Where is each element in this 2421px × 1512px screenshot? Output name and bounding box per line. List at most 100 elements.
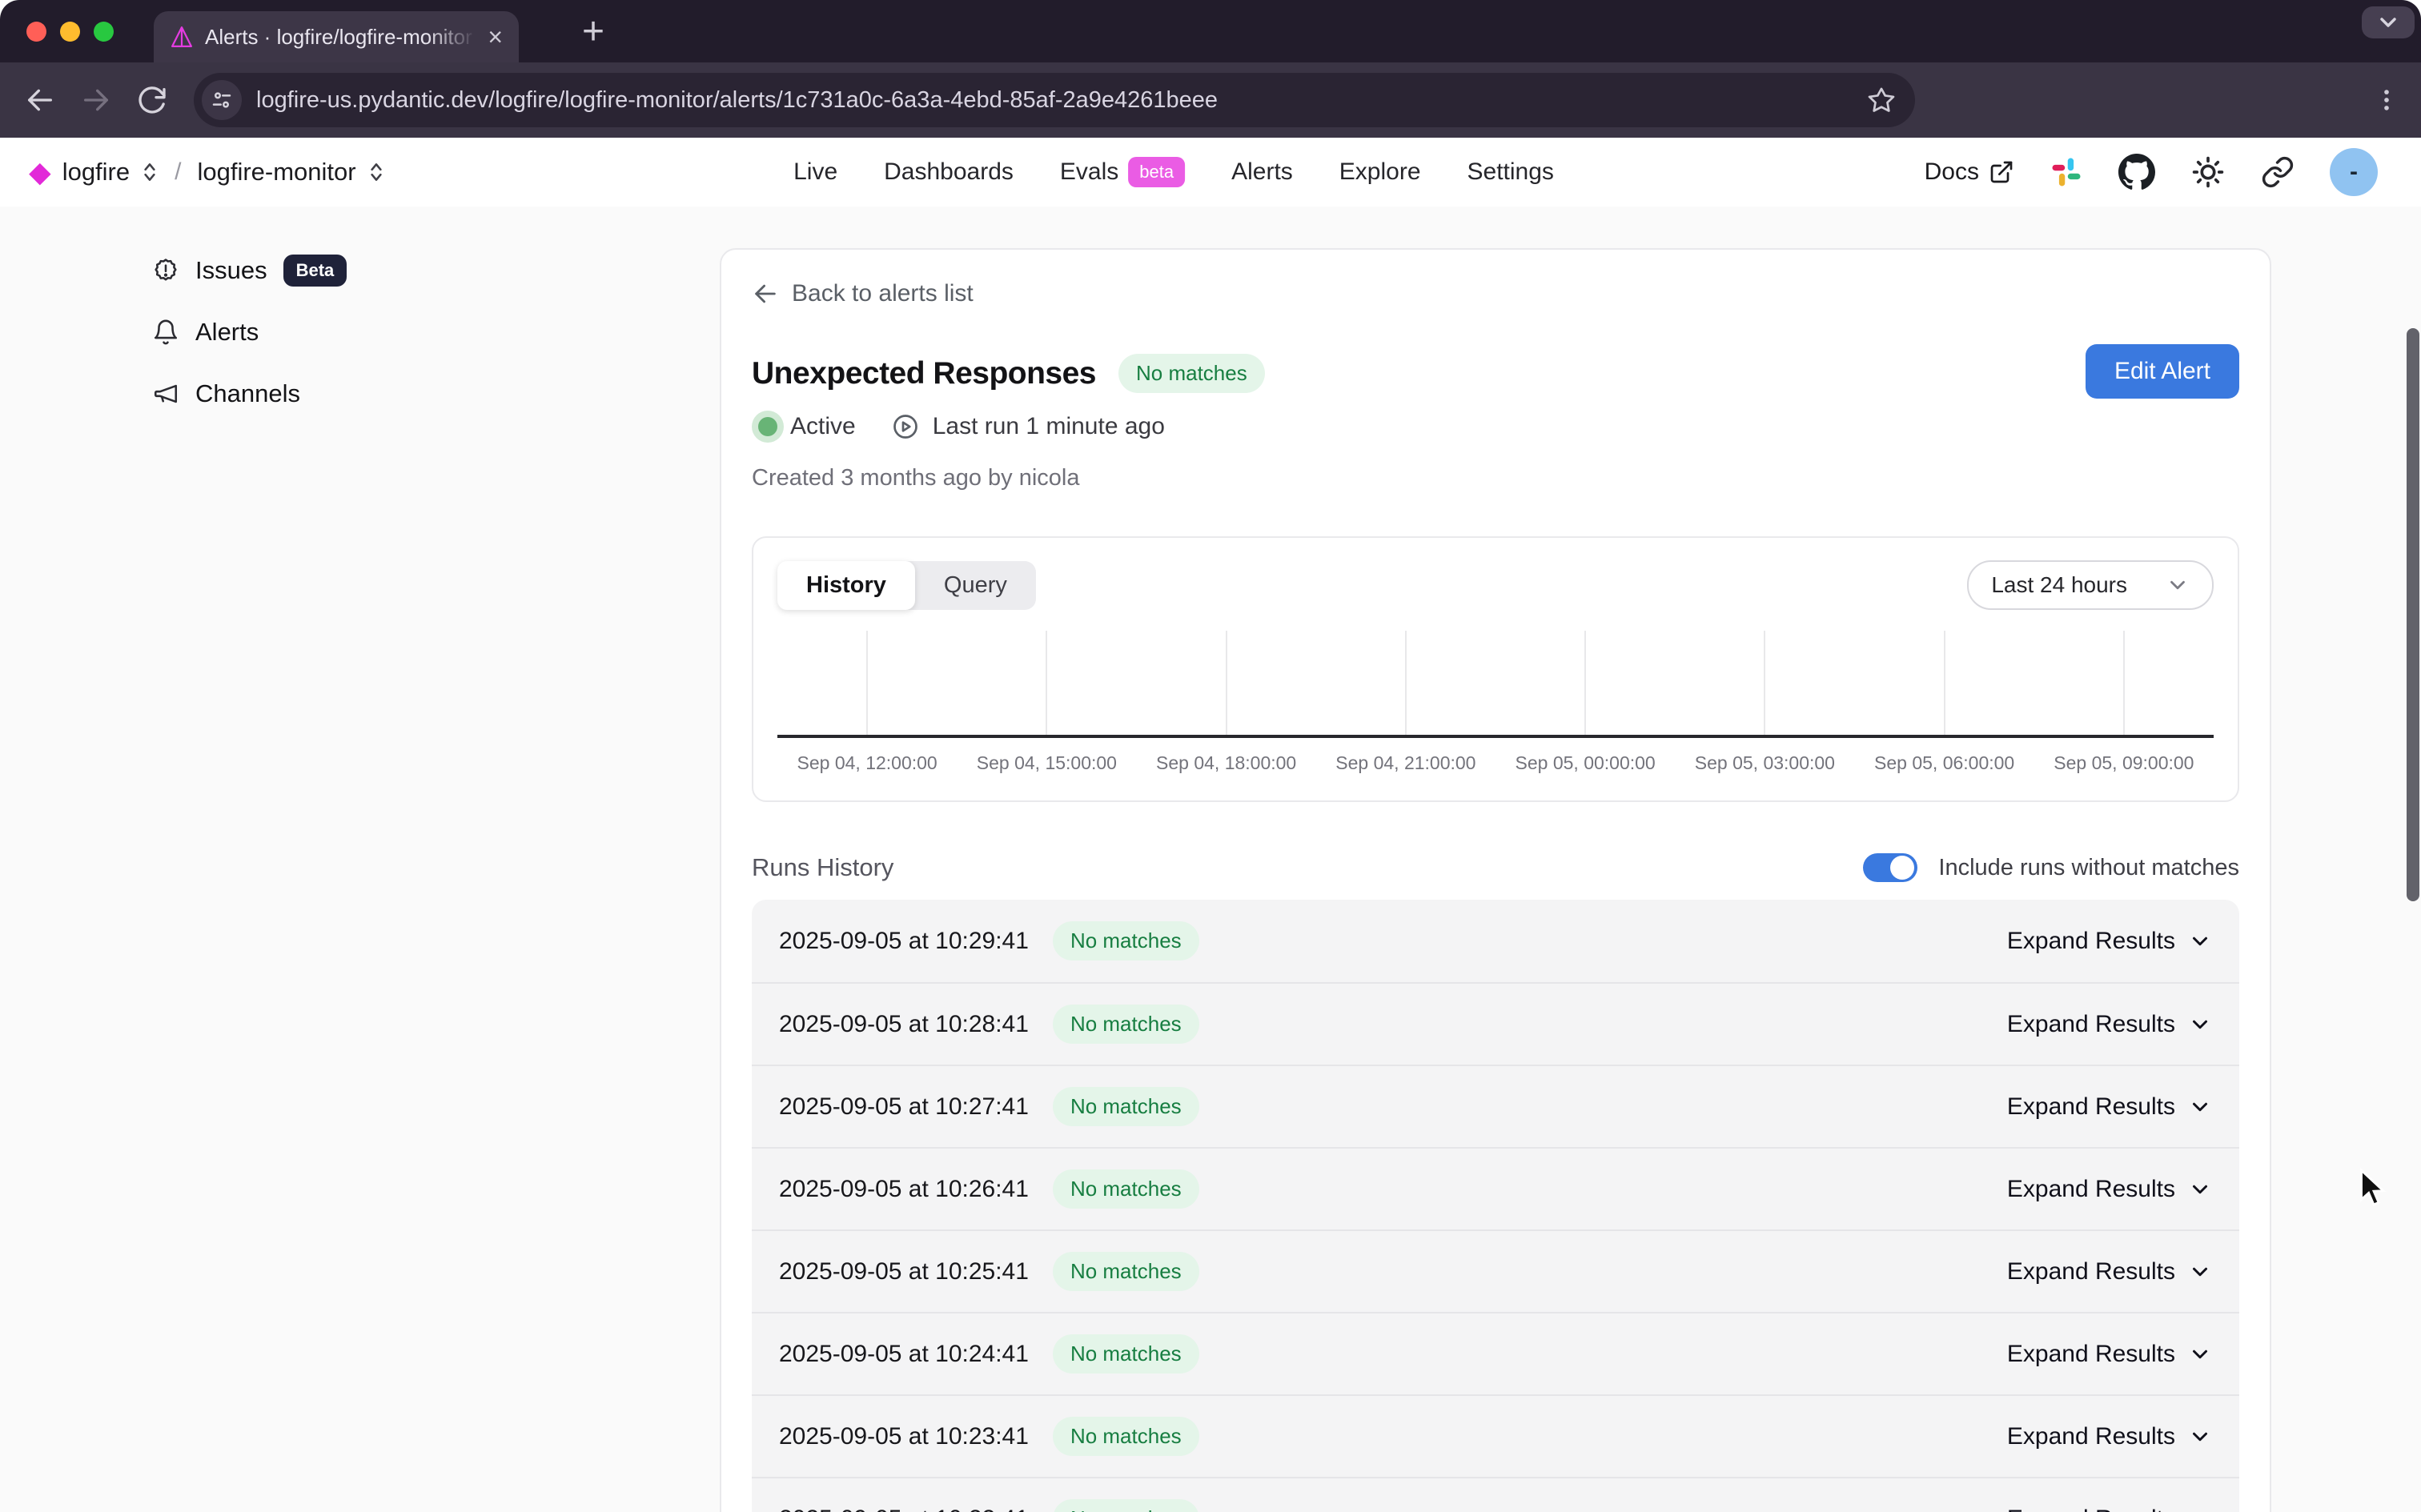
- expand-results-button[interactable]: Expand Results: [2007, 1176, 2212, 1203]
- chevron-down-icon: [2188, 1342, 2212, 1366]
- tab-overflow-button[interactable]: [2362, 6, 2415, 38]
- back-to-alerts-link[interactable]: Back to alerts list: [752, 280, 2239, 307]
- logfire-logo-icon: ◆: [29, 158, 51, 186]
- nav-item-evals[interactable]: Evals beta: [1060, 157, 1185, 187]
- share-link-icon[interactable]: [2261, 155, 2295, 189]
- nav-item-settings[interactable]: Settings: [1467, 158, 1554, 186]
- sidebar-item-label: Channels: [195, 379, 300, 408]
- expand-results-label: Expand Results: [2007, 1506, 2175, 1512]
- run-timestamp: 2025-09-05 at 10:22:41: [779, 1506, 1029, 1512]
- github-icon[interactable]: [2118, 154, 2155, 191]
- tab-title: Alerts · logfire/logfire-monitor: [205, 25, 476, 50]
- expand-results-button[interactable]: Expand Results: [2007, 1258, 2212, 1285]
- history-chart-plot: [777, 631, 2214, 738]
- chart-gridline: [1405, 631, 1407, 735]
- runs-list: 2025-09-05 at 10:29:41 No matches Expand…: [752, 900, 2239, 1512]
- tab-close-icon[interactable]: ×: [488, 24, 503, 50]
- chevron-down-icon: [2188, 1013, 2212, 1037]
- edit-alert-button[interactable]: Edit Alert: [2086, 344, 2239, 399]
- user-avatar[interactable]: -: [2330, 148, 2378, 196]
- tab-query[interactable]: Query: [915, 561, 1036, 610]
- traffic-close-button[interactable]: [26, 22, 46, 42]
- reload-button[interactable]: [130, 78, 175, 122]
- sidebar-item-channels[interactable]: Channels: [152, 378, 347, 410]
- browser-tab[interactable]: Alerts · logfire/logfire-monitor ×: [154, 11, 519, 62]
- url-text[interactable]: logfire-us.pydantic.dev/logfire/logfire-…: [256, 87, 1853, 114]
- tab-history[interactable]: History: [777, 561, 915, 610]
- browser-menu-icon[interactable]: [2373, 86, 2400, 114]
- chevron-down-icon: [2188, 929, 2212, 953]
- chevron-down-icon: [2188, 1095, 2212, 1119]
- expand-results-button[interactable]: Expand Results: [2007, 928, 2212, 955]
- nav-item-live[interactable]: Live: [793, 158, 837, 186]
- expand-results-label: Expand Results: [2007, 928, 2175, 955]
- created-by-text: Created 3 months ago by nicola: [752, 465, 2239, 491]
- sidebar-beta-badge: Beta: [283, 255, 347, 287]
- history-chart-card: History Query Last 24 hours Sep 04, 12:0…: [752, 536, 2239, 802]
- run-no-matches-badge: No matches: [1053, 1417, 1199, 1456]
- traffic-zoom-button[interactable]: [94, 22, 114, 42]
- forward-button[interactable]: [74, 78, 118, 122]
- expand-results-button[interactable]: Expand Results: [2007, 1423, 2212, 1450]
- run-row: 2025-09-05 at 10:28:41 No matches Expand…: [752, 982, 2239, 1065]
- sidebar: Issues Beta Alerts Channels: [152, 255, 347, 410]
- sidebar-item-icon: [152, 380, 179, 407]
- expand-results-label: Expand Results: [2007, 1176, 2175, 1203]
- chevron-down-icon: [2188, 1177, 2212, 1201]
- active-status: Active: [752, 413, 856, 440]
- alert-detail-card: Back to alerts list Unexpected Responses…: [720, 248, 2271, 1512]
- back-link-label: Back to alerts list: [792, 280, 974, 307]
- expand-results-label: Expand Results: [2007, 1423, 2175, 1450]
- url-bar[interactable]: logfire-us.pydantic.dev/logfire/logfire-…: [194, 73, 1915, 127]
- chart-tick-label: Sep 05, 06:00:00: [1874, 752, 2014, 774]
- run-row: 2025-09-05 at 10:22:41 No matches Expand…: [752, 1477, 2239, 1512]
- docs-link[interactable]: Docs: [1925, 158, 2014, 186]
- theme-toggle-sun-icon[interactable]: [2190, 154, 2226, 190]
- history-chart-axis-labels: Sep 04, 12:00:00Sep 04, 15:00:00Sep 04, …: [777, 738, 2214, 783]
- back-button[interactable]: [18, 78, 62, 122]
- run-timestamp: 2025-09-05 at 10:24:41: [779, 1341, 1029, 1368]
- chart-tick-label: Sep 04, 21:00:00: [1335, 752, 1475, 774]
- bookmark-star-icon[interactable]: [1867, 86, 1896, 114]
- chart-tick-label: Sep 05, 00:00:00: [1516, 752, 1656, 774]
- last-run-label: Last run 1 minute ago: [933, 413, 1165, 440]
- expand-results-button[interactable]: Expand Results: [2007, 1011, 2212, 1038]
- nav-item-alerts[interactable]: Alerts: [1231, 158, 1293, 186]
- slack-icon[interactable]: [2050, 155, 2083, 189]
- expand-results-button[interactable]: Expand Results: [2007, 1093, 2212, 1121]
- page-scrollbar-thumb[interactable]: [2407, 328, 2419, 901]
- new-tab-button[interactable]: +: [570, 8, 616, 54]
- sidebar-item-alerts[interactable]: Alerts: [152, 316, 347, 348]
- last-run-status: Last run 1 minute ago: [891, 412, 1165, 441]
- run-timestamp: 2025-09-05 at 10:23:41: [779, 1423, 1029, 1450]
- run-no-matches-badge: No matches: [1053, 1087, 1199, 1126]
- run-row: 2025-09-05 at 10:29:41 No matches Expand…: [752, 900, 2239, 982]
- expand-results-button[interactable]: Expand Results: [2007, 1341, 2212, 1368]
- expand-results-button[interactable]: Expand Results: [2007, 1506, 2212, 1512]
- sidebar-item-issues[interactable]: Issues Beta: [152, 255, 347, 287]
- org-selector-chevrons-icon[interactable]: [141, 160, 159, 184]
- nav-item-explore[interactable]: Explore: [1339, 158, 1421, 186]
- project-selector-chevrons-icon[interactable]: [367, 160, 385, 184]
- nav-item-dashboards[interactable]: Dashboards: [884, 158, 1014, 186]
- logfire-favicon: [170, 25, 194, 49]
- mouse-cursor: [2357, 1167, 2392, 1209]
- external-link-icon: [1989, 159, 2014, 185]
- play-circle-icon: [891, 412, 920, 441]
- chart-gridline: [1584, 631, 1586, 735]
- run-row: 2025-09-05 at 10:24:41 No matches Expand…: [752, 1312, 2239, 1394]
- traffic-minimize-button[interactable]: [60, 22, 80, 42]
- chart-gridline: [1944, 631, 1945, 735]
- chart-tick-label: Sep 05, 09:00:00: [2054, 752, 2194, 774]
- run-no-matches-badge: No matches: [1053, 1334, 1199, 1374]
- project-selector[interactable]: logfire-monitor: [197, 158, 355, 186]
- org-selector[interactable]: logfire: [62, 158, 130, 186]
- chart-gridline: [1226, 631, 1227, 735]
- include-runs-toggle[interactable]: [1863, 853, 1917, 882]
- chevron-down-icon: [2188, 1507, 2212, 1512]
- time-range-dropdown[interactable]: Last 24 hours: [1967, 560, 2214, 610]
- run-no-matches-badge: No matches: [1053, 1252, 1199, 1291]
- site-settings-icon[interactable]: [202, 80, 242, 120]
- toggle-knob: [1890, 856, 1914, 880]
- chart-gridline: [1046, 631, 1047, 735]
